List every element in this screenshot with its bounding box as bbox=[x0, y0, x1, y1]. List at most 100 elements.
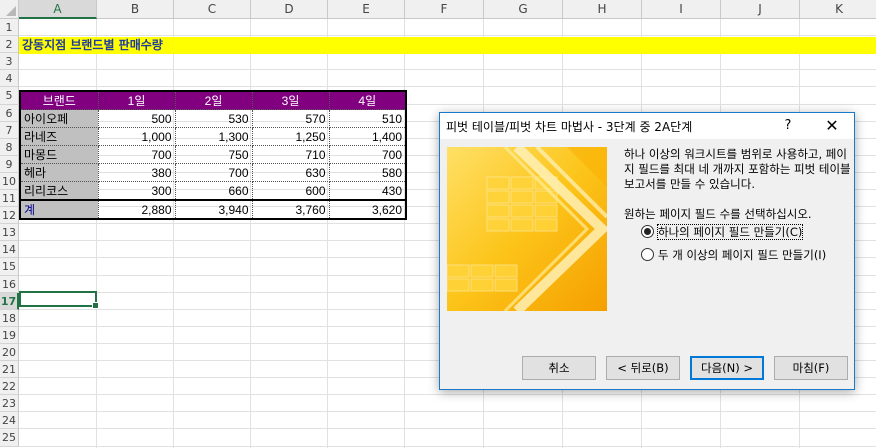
column-header-B[interactable]: B bbox=[97, 0, 174, 19]
brand-cell[interactable]: 리리코스 bbox=[19, 181, 99, 201]
value-cell[interactable]: 1,400 bbox=[328, 127, 407, 146]
header-cell-day4[interactable]: 4일 bbox=[328, 90, 407, 110]
value-cell[interactable]: 630 bbox=[251, 163, 330, 182]
value-cell[interactable]: 1,250 bbox=[251, 127, 330, 146]
brand-cell[interactable]: 라네즈 bbox=[19, 127, 99, 146]
row-header-2[interactable]: 2 bbox=[0, 36, 19, 53]
table-row: 라네즈 1,000 1,300 1,250 1,400 bbox=[19, 127, 407, 146]
table-row: 아이오페 500 530 570 510 bbox=[19, 109, 407, 128]
column-header-D[interactable]: D bbox=[251, 0, 328, 19]
row-header-17[interactable]: 17 bbox=[0, 293, 19, 310]
row-header-5[interactable]: 5 bbox=[0, 87, 19, 105]
column-header-F[interactable]: F bbox=[405, 0, 484, 19]
brand-cell[interactable]: 마몽드 bbox=[19, 145, 99, 164]
total-value-cell[interactable]: 2,880 bbox=[97, 199, 176, 220]
value-cell[interactable]: 700 bbox=[174, 163, 253, 182]
total-label-cell[interactable]: 계 bbox=[19, 199, 99, 220]
row-header-4[interactable]: 4 bbox=[0, 70, 19, 87]
column-header-K[interactable]: K bbox=[800, 0, 876, 19]
value-cell[interactable]: 700 bbox=[328, 145, 407, 164]
row-header-21[interactable]: 21 bbox=[0, 361, 19, 378]
header-cell-day3[interactable]: 3일 bbox=[251, 90, 330, 110]
radio-one-page-field[interactable]: 하나의 페이지 필드 만들기(C) bbox=[641, 224, 804, 240]
dialog-description: 하나 이상의 워크시트를 범위로 사용하고, 페이지 필드를 최대 네 개까지 … bbox=[624, 147, 851, 191]
column-header-H[interactable]: H bbox=[563, 0, 642, 19]
dialog-title: 피벗 테이블/피벗 차트 마법사 - 3단계 중 2A단계 bbox=[446, 120, 693, 134]
row-header-12[interactable]: 12 bbox=[0, 207, 19, 224]
row-header-11[interactable]: 11 bbox=[0, 190, 19, 207]
total-value-cell[interactable]: 3,940 bbox=[174, 199, 253, 220]
row-header-14[interactable]: 14 bbox=[0, 241, 19, 258]
value-cell[interactable]: 1,000 bbox=[97, 127, 176, 146]
row-header-16[interactable]: 16 bbox=[0, 276, 19, 293]
row-header-20[interactable]: 20 bbox=[0, 344, 19, 361]
value-cell[interactable]: 580 bbox=[328, 163, 407, 182]
row-header-10[interactable]: 10 bbox=[0, 173, 19, 190]
radio-selected-icon[interactable] bbox=[641, 225, 654, 238]
brand-cell[interactable]: 아이오페 bbox=[19, 109, 99, 128]
table-row: 리리코스 300 660 600 430 bbox=[19, 181, 407, 201]
back-button[interactable]: < 뒤로(B) bbox=[606, 356, 680, 380]
dialog-titlebar[interactable]: 피벗 테이블/피벗 차트 마법사 - 3단계 중 2A단계 ? ✕ bbox=[440, 113, 854, 139]
close-button[interactable]: ✕ bbox=[818, 116, 846, 136]
total-value-cell[interactable]: 3,620 bbox=[328, 199, 407, 220]
brand-cell[interactable]: 헤라 bbox=[19, 163, 99, 182]
column-header-E[interactable]: E bbox=[328, 0, 405, 19]
row-header-7[interactable]: 7 bbox=[0, 122, 19, 139]
value-cell[interactable]: 750 bbox=[174, 145, 253, 164]
gridline-vertical bbox=[96, 19, 97, 448]
value-cell[interactable]: 710 bbox=[251, 145, 330, 164]
value-cell[interactable]: 700 bbox=[97, 145, 176, 164]
row-header-25[interactable]: 25 bbox=[0, 429, 19, 447]
column-header-C[interactable]: C bbox=[174, 0, 251, 19]
row-header-13[interactable]: 13 bbox=[0, 224, 19, 241]
gridline-vertical bbox=[250, 19, 251, 448]
table-total-row: 계 2,880 3,940 3,760 3,620 bbox=[19, 199, 407, 220]
value-cell[interactable]: 510 bbox=[328, 109, 407, 128]
gridline-horizontal bbox=[19, 69, 876, 70]
next-button[interactable]: 다음(N) > bbox=[690, 356, 764, 380]
row-header-15[interactable]: 15 bbox=[0, 258, 19, 276]
sheet-title[interactable]: 강동지점 브랜드별 판매수량 bbox=[22, 37, 163, 54]
row-header-8[interactable]: 8 bbox=[0, 139, 19, 156]
row-header-22[interactable]: 22 bbox=[0, 378, 19, 395]
active-cell-A17[interactable] bbox=[19, 291, 99, 309]
row-header-3[interactable]: 3 bbox=[0, 53, 19, 70]
row-header-1[interactable]: 1 bbox=[0, 19, 19, 36]
row-header-19[interactable]: 19 bbox=[0, 327, 19, 344]
value-cell[interactable]: 570 bbox=[251, 109, 330, 128]
value-cell[interactable]: 500 bbox=[97, 109, 176, 128]
pivot-wizard-dialog: 피벗 테이블/피벗 차트 마법사 - 3단계 중 2A단계 ? ✕ 하나 이상의… bbox=[439, 112, 855, 390]
radio-unselected-icon[interactable] bbox=[641, 248, 654, 261]
row-header-24[interactable]: 24 bbox=[0, 412, 19, 429]
value-cell[interactable]: 380 bbox=[97, 163, 176, 182]
row-header-18[interactable]: 18 bbox=[0, 310, 19, 327]
gridline-horizontal bbox=[19, 428, 876, 429]
value-cell[interactable]: 430 bbox=[328, 181, 407, 201]
value-cell[interactable]: 300 bbox=[97, 181, 176, 201]
column-header-I[interactable]: I bbox=[642, 0, 721, 19]
total-value-cell[interactable]: 3,760 bbox=[251, 199, 330, 220]
header-cell-brand[interactable]: 브랜드 bbox=[19, 90, 99, 110]
radio-label-one: 하나의 페이지 필드 만들기(C) bbox=[656, 224, 804, 240]
column-header-A[interactable]: A bbox=[19, 0, 97, 19]
row-header-9[interactable]: 9 bbox=[0, 156, 19, 173]
radio-multi-page-fields[interactable]: 두 개 이상의 페이지 필드 만들기(I) bbox=[641, 247, 826, 263]
finish-button[interactable]: 마침(F) bbox=[774, 356, 848, 380]
value-cell[interactable]: 1,300 bbox=[174, 127, 253, 146]
help-button[interactable]: ? bbox=[778, 116, 798, 136]
wizard-illustration bbox=[447, 147, 607, 311]
header-cell-day1[interactable]: 1일 bbox=[97, 90, 176, 110]
value-cell[interactable]: 600 bbox=[251, 181, 330, 201]
select-all-corner[interactable] bbox=[0, 0, 19, 19]
value-cell[interactable]: 660 bbox=[174, 181, 253, 201]
header-cell-day2[interactable]: 2일 bbox=[174, 90, 253, 110]
table-row: 헤라 380 700 630 580 bbox=[19, 163, 407, 182]
cancel-button[interactable]: 취소 bbox=[522, 356, 596, 380]
row-header-6[interactable]: 6 bbox=[0, 105, 19, 122]
column-header-G[interactable]: G bbox=[484, 0, 563, 19]
table-header-row: 브랜드 1일 2일 3일 4일 bbox=[19, 90, 407, 110]
row-header-23[interactable]: 23 bbox=[0, 395, 19, 412]
column-header-J[interactable]: J bbox=[721, 0, 800, 19]
value-cell[interactable]: 530 bbox=[174, 109, 253, 128]
